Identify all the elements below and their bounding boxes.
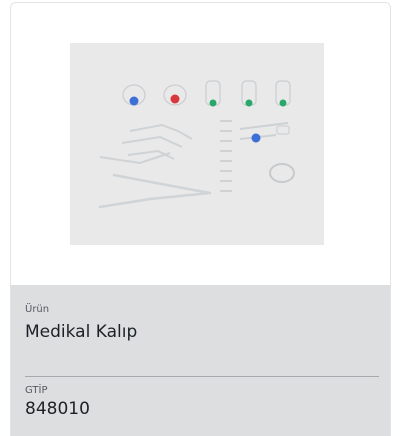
code-label: GTİP bbox=[25, 385, 48, 396]
product-photo-illustration bbox=[70, 43, 324, 245]
product-name: Medikal Kalıp bbox=[25, 322, 138, 342]
code-value: 848010 bbox=[25, 399, 90, 419]
product-photo[interactable] bbox=[70, 43, 324, 245]
product-info-panel: Ürün Medikal Kalıp GTİP 848010 bbox=[11, 285, 390, 436]
divider bbox=[25, 376, 379, 377]
product-label: Ürün bbox=[25, 304, 50, 315]
product-card[interactable]: Ürün Medikal Kalıp GTİP 848010 bbox=[10, 2, 391, 436]
product-image-area bbox=[11, 3, 390, 285]
